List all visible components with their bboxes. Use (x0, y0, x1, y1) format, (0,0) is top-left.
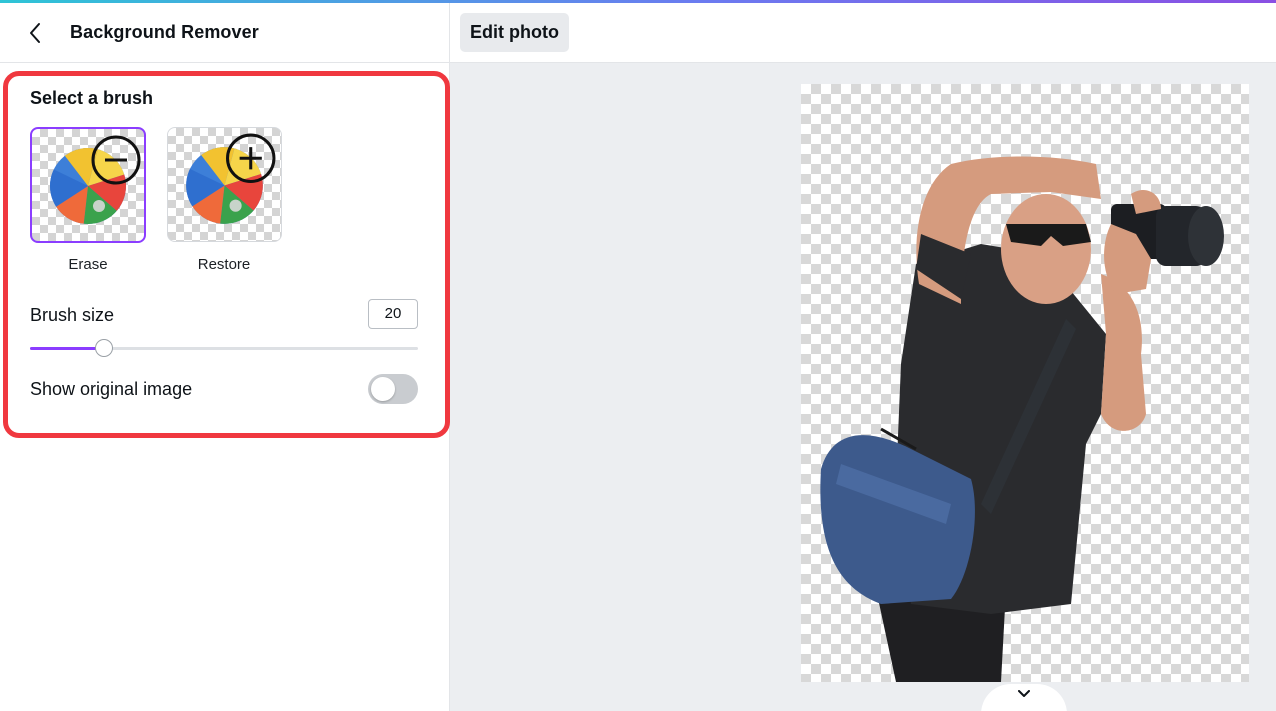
panel-title: Background Remover (70, 22, 259, 42)
brush-size-slider-fill (30, 347, 104, 350)
chevron-down-icon (1018, 690, 1030, 697)
edit-photo-button[interactable]: Edit photo (460, 13, 569, 52)
brush-size-label: Brush size (30, 305, 115, 325)
erase-brush-button[interactable] (30, 127, 146, 243)
brush-size-slider-track[interactable] (30, 347, 418, 350)
editor-toolbar: Edit photo (450, 3, 1276, 63)
photographer-cutout-image (820, 156, 1224, 682)
photo-canvas[interactable] (801, 84, 1249, 682)
canvas-area (450, 63, 1276, 711)
select-brush-heading: Select a brush (30, 88, 154, 108)
toggle-knob (371, 377, 395, 401)
expand-pages-button[interactable] (981, 684, 1067, 711)
panel-header: Background Remover (0, 3, 449, 63)
brush-size-input[interactable]: 20 (368, 299, 418, 329)
brush-size-slider-thumb[interactable] (94, 339, 113, 357)
show-original-toggle[interactable] (368, 374, 418, 404)
beach-ball-restore-icon (186, 133, 276, 224)
restore-brush-button[interactable] (167, 127, 282, 242)
show-original-label: Show original image (30, 379, 193, 399)
restore-label: Restore (197, 256, 251, 273)
beach-ball-erase-icon (50, 135, 141, 224)
erase-label: Erase (68, 256, 108, 273)
chevron-left-icon (30, 23, 40, 43)
back-button[interactable] (20, 17, 50, 49)
